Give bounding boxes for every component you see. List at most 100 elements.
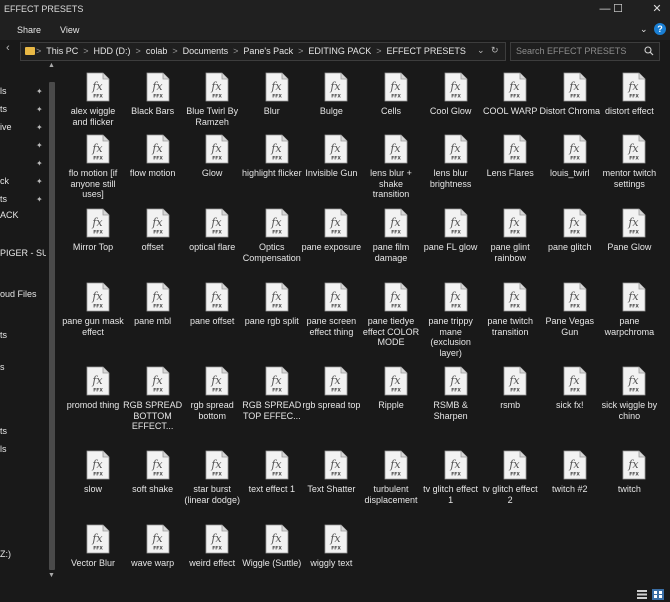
nav-item[interactable]: ts ✦ — [0, 194, 46, 208]
breadcrumb-item[interactable]: EDITING PACK — [308, 46, 371, 56]
ffx-extension-label: FFX — [451, 304, 461, 310]
ffx-file-icon: fxFFX — [622, 282, 646, 312]
scroll-down-icon[interactable]: ▼ — [48, 572, 55, 579]
breadcrumb-item[interactable]: HDD (D:) — [94, 46, 131, 56]
fx-badge: fx — [211, 374, 223, 387]
nav-item[interactable]: ts — [0, 426, 46, 440]
breadcrumb-separator[interactable]: > — [136, 46, 141, 56]
fx-badge: fx — [509, 80, 521, 93]
breadcrumb-separator[interactable]: > — [376, 46, 381, 56]
nav-item[interactable]: ACK — [0, 210, 46, 224]
breadcrumb-separator[interactable]: > — [36, 46, 41, 56]
breadcrumb-item[interactable]: colab — [146, 46, 168, 56]
breadcrumb-separator[interactable]: > — [298, 46, 303, 56]
breadcrumb-item[interactable]: EFFECT PRESETS — [387, 46, 466, 56]
fx-badge: fx — [91, 216, 103, 229]
ffx-file-icon: fxFFX — [563, 450, 587, 480]
fx-badge: fx — [449, 290, 461, 303]
fx-badge: fx — [389, 374, 401, 387]
nav-item[interactable]: ts ✦ — [0, 104, 46, 118]
help-icon[interactable]: ? — [654, 23, 666, 35]
nav-item-label: oud Files — [0, 289, 37, 299]
fx-badge: fx — [151, 80, 163, 93]
fx-badge: fx — [151, 458, 163, 471]
address-bar[interactable]: > This PC > HDD (D:) > colab > Documents > Pane's… — [20, 42, 506, 61]
nav-item[interactable]: s — [0, 362, 46, 376]
ffx-file-icon: fxFFX — [622, 72, 646, 102]
nav-item[interactable]: ls — [0, 444, 46, 458]
fx-badge: fx — [389, 80, 401, 93]
scroll-up-icon[interactable]: ▲ — [48, 62, 55, 69]
back-icon[interactable]: ‹ — [6, 42, 10, 54]
breadcrumb: > This PC > HDD (D:) > colab > Documents > Pane's… — [31, 46, 466, 56]
nav-scrollbar[interactable]: ▲ ▼ — [46, 62, 58, 587]
ffx-extension-label: FFX — [212, 94, 222, 100]
fx-badge: fx — [270, 374, 282, 387]
large-icons-view-icon[interactable] — [652, 589, 664, 600]
ffx-extension-label: FFX — [153, 304, 163, 310]
address-dropdown-icon[interactable]: ⌄ — [477, 45, 485, 56]
ffx-extension-label: FFX — [93, 156, 103, 162]
ffx-extension-label: FFX — [93, 472, 103, 478]
ffx-file-icon: fxFFX — [205, 134, 229, 164]
tab-view[interactable]: View — [60, 25, 79, 35]
close-button[interactable]: ✕ — [644, 0, 670, 20]
ffx-extension-label: FFX — [570, 156, 580, 162]
fx-badge: fx — [509, 290, 521, 303]
ffx-file-icon: fxFFX — [384, 72, 408, 102]
ffx-extension-label: FFX — [212, 156, 222, 162]
breadcrumb-item[interactable]: Documents — [183, 46, 229, 56]
ffx-extension-label: FFX — [212, 304, 222, 310]
ffx-file-icon: fxFFX — [265, 72, 289, 102]
search-icon[interactable] — [644, 46, 654, 56]
fx-badge: fx — [211, 216, 223, 229]
ribbon-expand-icon[interactable]: ⌄ — [640, 24, 648, 35]
refresh-icon[interactable]: ↻ — [491, 45, 499, 56]
ffx-file-icon: fxFFX — [324, 134, 348, 164]
scroll-thumb[interactable] — [49, 82, 55, 570]
ffx-extension-label: FFX — [630, 156, 640, 162]
fx-badge: fx — [151, 532, 163, 545]
file-name: Text Shatter — [307, 484, 356, 494]
nav-item[interactable]: ls ✦ — [0, 86, 46, 100]
nav-item[interactable]: Z:) — [0, 549, 46, 563]
breadcrumb-separator[interactable]: > — [233, 46, 238, 56]
file-name: lens blur brightness — [429, 168, 472, 189]
tab-share[interactable]: Share — [17, 25, 41, 35]
ffx-file-icon: fxFFX — [146, 450, 169, 480]
fx-badge: fx — [270, 216, 282, 229]
breadcrumb-separator[interactable]: > — [172, 46, 177, 56]
nav-item[interactable]: ts — [0, 330, 46, 344]
file-name: Black Bars — [131, 106, 175, 116]
file-name: distort effect — [604, 106, 654, 116]
breadcrumb-item[interactable]: Pane's Pack — [243, 46, 293, 56]
details-view-icon[interactable] — [636, 589, 648, 600]
nav-item[interactable]: ck ✦ — [0, 176, 46, 190]
fx-badge: fx — [91, 80, 103, 93]
ffx-extension-label: FFX — [212, 546, 222, 552]
file-name: offset — [141, 242, 164, 252]
nav-item-label: ts — [0, 194, 8, 204]
ffx-file-icon: fxFFX — [265, 282, 289, 312]
ffx-file-icon: fxFFX — [563, 208, 587, 238]
nav-item-label: ts — [0, 426, 8, 436]
fx-badge: fx — [270, 458, 282, 471]
nav-item-label: ACK — [0, 210, 19, 220]
search-box[interactable] — [510, 42, 660, 61]
maximize-button[interactable]: ☐ — [605, 0, 631, 20]
ffx-file-icon: fxFFX — [444, 366, 467, 396]
ffx-file-icon: fxFFX — [205, 524, 229, 554]
nav-item[interactable]: ✦ — [0, 158, 46, 172]
nav-item[interactable]: oud Files — [0, 289, 46, 303]
nav-item[interactable]: ✦ — [0, 140, 46, 154]
ffx-extension-label: FFX — [451, 230, 461, 236]
file-name: Wiggle (Suttle) — [242, 558, 302, 568]
ffx-file-icon: fxFFX — [503, 282, 527, 312]
nav-item[interactable]: PIGER - SUP — [0, 248, 46, 262]
breadcrumb-separator[interactable]: > — [83, 46, 88, 56]
search-input[interactable] — [516, 45, 636, 57]
fx-badge: fx — [628, 458, 640, 471]
breadcrumb-item[interactable]: This PC — [46, 46, 78, 56]
nav-item[interactable]: ive ✦ — [0, 122, 46, 136]
fx-badge: fx — [449, 458, 461, 471]
